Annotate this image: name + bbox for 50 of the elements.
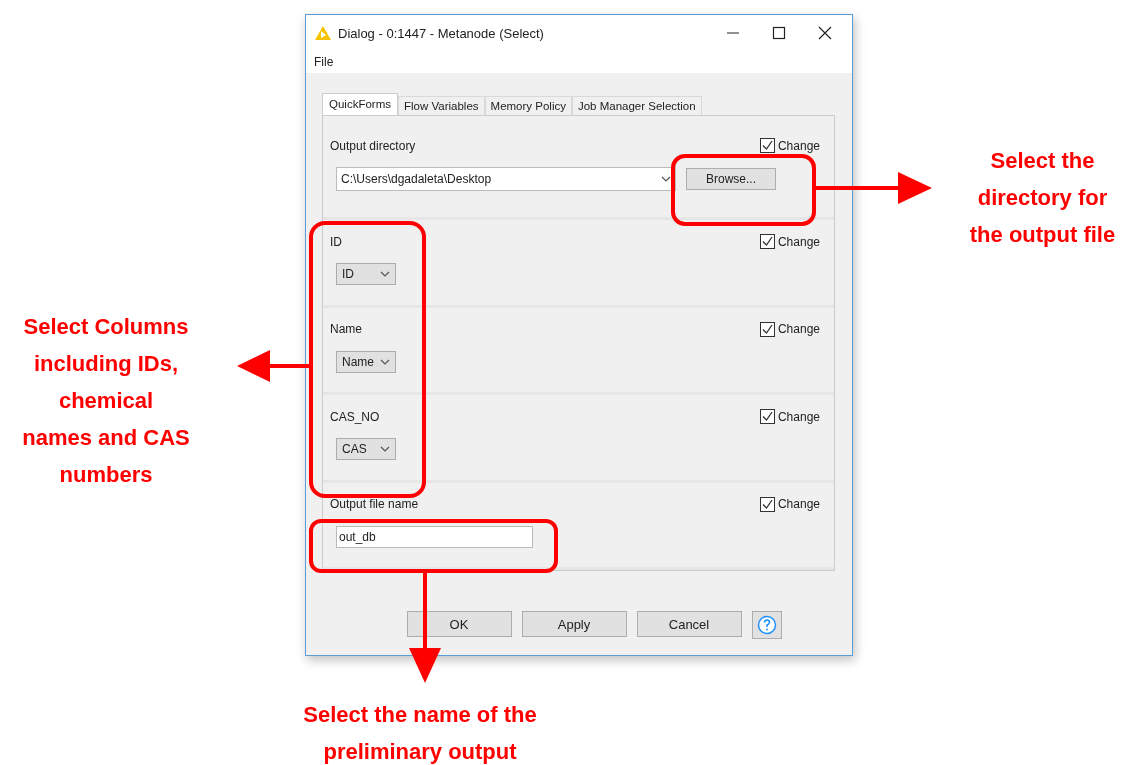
callout-text: Select the name of the (302, 701, 538, 729)
checkbox[interactable] (759, 321, 775, 337)
callout-text: Select Columns (22, 313, 190, 341)
column-dropdown[interactable]: ID (336, 263, 396, 286)
checkbox-label: Change (777, 497, 820, 512)
field-label: Output file name (330, 497, 419, 512)
dialog-button[interactable]: OK (406, 611, 512, 637)
dialog-button[interactable]: Apply (521, 611, 627, 637)
column-dropdown[interactable]: Name (336, 350, 396, 373)
checkbox[interactable] (759, 496, 775, 512)
checkbox-label: Change (777, 138, 820, 153)
column-dropdown[interactable]: CAS (336, 438, 396, 461)
checkbox-label: Change (777, 409, 820, 424)
window-title: Dialog - 0:1447 - Metanode (Select) (338, 25, 545, 41)
help-button[interactable] (751, 611, 782, 639)
callout-text: directory for (976, 184, 1109, 212)
field-label: ID (330, 234, 342, 249)
checkbox[interactable] (759, 409, 775, 425)
browse-button[interactable]: Browse... (686, 168, 776, 190)
field-label: Name (330, 322, 362, 337)
checkbox-label: Change (777, 234, 820, 249)
path-combo-field[interactable]: C:\Users\dgadaleta\Desktop (336, 167, 676, 191)
callout-text: chemical (57, 387, 155, 415)
maximize-icon[interactable] (772, 26, 786, 40)
tab[interactable]: QuickForms (322, 93, 398, 115)
menu-item[interactable]: File (314, 55, 334, 69)
tab[interactable]: Flow Variables (398, 96, 485, 115)
chevron-down-icon (380, 446, 390, 453)
arrow (237, 350, 309, 382)
callout-text: including IDs, (32, 350, 180, 378)
chevron-down-icon (661, 176, 671, 182)
callout-text: numbers (58, 461, 154, 489)
tab[interactable]: Job Manager Selection (571, 96, 702, 115)
callout-text: names and CAS (21, 424, 191, 452)
field-label: CAS_NO (330, 409, 380, 424)
help-icon (756, 615, 777, 635)
checkbox[interactable] (759, 138, 775, 153)
file-name-field[interactable]: out_db (336, 525, 533, 548)
warning-triangle-icon (314, 25, 332, 41)
field-label: Output directory (330, 138, 416, 153)
checkbox[interactable] (759, 234, 775, 250)
callout-text: the output file (968, 221, 1117, 249)
tab[interactable]: Memory Policy (484, 96, 572, 115)
dialog-button[interactable]: Cancel (636, 611, 742, 637)
close-icon[interactable] (818, 26, 832, 40)
chevron-down-icon (380, 271, 390, 278)
checkbox-label: Change (777, 322, 820, 337)
chevron-down-icon (380, 358, 390, 365)
callout-text: preliminary output (322, 738, 518, 765)
callout-text: Select the (989, 147, 1096, 175)
